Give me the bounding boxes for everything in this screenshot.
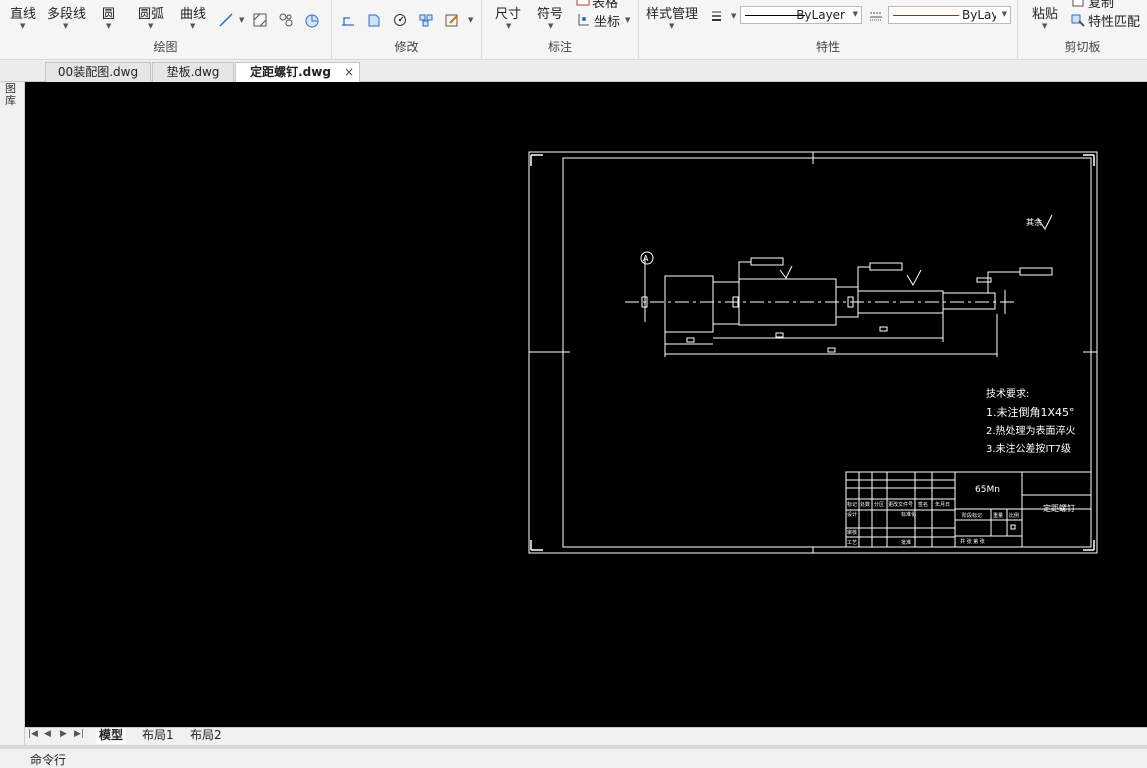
properties-group: 样式管理 ▼ ▼ ByLayer ▼ ByLayer ▼ 特性 (639, 0, 1018, 60)
tb-docno: 更改文件号 (888, 501, 913, 508)
match-properties-icon[interactable] (1070, 12, 1086, 28)
tb-weight: 重量 (993, 512, 1003, 519)
tab-label: 定距螺钉.dwg (250, 65, 331, 79)
chevron-down-icon: ▼ (852, 10, 858, 18)
tech-requirement-3: 3.未注公差按IT7级 (986, 442, 1071, 455)
properties-group-label: 特性 (815, 40, 840, 54)
tab-pad-drawing[interactable]: 垫板.dwg (152, 62, 234, 82)
tab-layout1[interactable]: 布局1 (139, 728, 177, 744)
copy-icon[interactable] (1070, 0, 1086, 8)
color-preview (893, 15, 959, 16)
symbol-button[interactable]: 符号 (537, 3, 563, 22)
region-icon[interactable] (278, 12, 294, 28)
linetype-combo[interactable]: ByLayer ▼ (740, 6, 862, 24)
tab-spacer-screw-drawing[interactable]: 定距螺钉.dwg × (235, 62, 360, 82)
array-icon[interactable] (418, 12, 434, 28)
modify-group: ▼ 修改 (332, 0, 482, 60)
inner-frame (562, 157, 1092, 548)
ribbon: 直线 ▼ 多段线 ▼ 圆 ▼ 圆弧 ▼ 曲线 ▼ ▼ 绘图 ▼ 修改 尺寸 ▼ … (0, 0, 1147, 60)
tb-zone: 分区 (874, 501, 884, 508)
color-value: ByLayer (962, 8, 996, 22)
coordinate-button[interactable]: 坐标 (594, 11, 620, 30)
datum-label: A (643, 254, 649, 263)
drawing-svg: A 其余 技术要求: 1.未注倒角1X45° 2.热处理为表面淬火 3.未注公差… (528, 151, 1098, 554)
move-icon[interactable] (340, 12, 356, 28)
chevron-down-icon: ▼ (1001, 10, 1007, 18)
dimension-button[interactable]: 尺寸 (495, 3, 521, 22)
line-button[interactable]: 直线 (10, 3, 36, 22)
copy-button[interactable]: 复制 (1088, 0, 1114, 11)
library-panel-label[interactable]: 图库 (5, 83, 19, 107)
document-tabbar: 00装配图.dwg 垫板.dwg 定距螺钉.dwg × (0, 61, 1147, 82)
color-combo[interactable]: ByLayer ▼ (888, 6, 1011, 24)
command-bar: 命令行 (0, 745, 1147, 768)
part-name-label: 定距螺钉 (1043, 503, 1075, 513)
tab-layout2[interactable]: 布局2 (187, 728, 225, 744)
tb-sheets: 共 张 第 张 (960, 538, 985, 545)
tb-mark: 标记 (847, 501, 857, 508)
drawing-canvas[interactable]: A 其余 技术要求: 1.未注倒角1X45° 2.热处理为表面淬火 3.未注公差… (25, 82, 1147, 727)
linetype-scale-icon[interactable] (868, 8, 884, 24)
close-icon[interactable]: × (344, 63, 354, 82)
linetype-value: ByLayer (796, 8, 845, 22)
tb-standard: 标准化 (901, 511, 916, 518)
tech-requirements-title: 技术要求: (986, 387, 1029, 400)
table-icon[interactable] (575, 0, 591, 7)
tb-date: 年月日 (935, 501, 950, 508)
match-properties-button[interactable]: 特性匹配 (1088, 11, 1140, 30)
tb-design: 设计 (847, 511, 857, 518)
mirror-icon[interactable] (366, 12, 382, 28)
coordinate-icon[interactable] (575, 12, 591, 28)
last-tab-icon[interactable]: ▶| (74, 729, 84, 739)
tab-model[interactable]: 模型 (96, 728, 127, 744)
roughness-note: 其余 (1026, 217, 1042, 227)
shaft-drawing (625, 214, 1053, 357)
tb-stage: 阶段标记 (962, 512, 982, 519)
curve-button[interactable]: 曲线 (180, 3, 206, 22)
tech-requirement-2: 2.热处理为表面淬火 (986, 424, 1076, 437)
hatch-icon[interactable] (252, 12, 268, 28)
annotate-group-label: 标注 (547, 40, 572, 54)
side-panel-strip: 图库 (0, 61, 25, 745)
annotate-group: 尺寸 ▼ 符号 ▼ 表格 坐标 ▼ 标注 (482, 0, 639, 60)
tb-process: 工艺 (847, 540, 857, 546)
tab-assembly-drawing[interactable]: 00装配图.dwg (45, 62, 151, 82)
first-tab-icon[interactable]: |◀ (28, 729, 38, 739)
circle-button[interactable]: 圆 (102, 3, 115, 22)
material-label: 65Mn (975, 485, 1000, 495)
lineweight-icon[interactable] (710, 8, 726, 24)
modify-group-label: 修改 (394, 40, 419, 54)
next-tab-icon[interactable]: ▶ (60, 729, 67, 739)
tb-approve: 批准 (901, 539, 911, 546)
tb-sign: 签名 (918, 501, 928, 508)
sheet-border (528, 151, 1098, 554)
clipboard-group: 粘贴 ▼ 复制 特性匹配 剪切板 (1018, 0, 1147, 60)
polyline-button[interactable]: 多段线 (47, 3, 86, 22)
tb-count: 处数 (860, 501, 870, 508)
clipboard-group-label: 剪切板 (1064, 40, 1101, 54)
draw-group-label: 绘图 (153, 40, 178, 54)
tb-review: 审核 (847, 529, 857, 536)
paste-button[interactable]: 粘贴 (1032, 3, 1058, 22)
tech-requirement-1: 1.未注倒角1X45° (986, 405, 1075, 419)
prev-tab-icon[interactable]: ◀ (44, 729, 51, 739)
table-button[interactable]: 表格 (592, 0, 618, 11)
tb-scale: 比例 (1009, 512, 1019, 519)
command-line-label[interactable]: 命令行 (30, 751, 66, 768)
rotate-icon[interactable] (392, 12, 408, 28)
arc-button[interactable]: 圆弧 (138, 3, 164, 22)
draw-group: 直线 ▼ 多段线 ▼ 圆 ▼ 圆弧 ▼ 曲线 ▼ ▼ 绘图 (0, 0, 332, 60)
boundary-icon[interactable] (304, 12, 320, 28)
style-manager-button[interactable]: 样式管理 (646, 3, 698, 22)
line-tool-icon[interactable] (218, 12, 234, 28)
edit-icon[interactable] (444, 12, 460, 28)
layout-tabbar: |◀ ◀ ▶ ▶| 模型 布局1 布局2 (25, 727, 1147, 744)
